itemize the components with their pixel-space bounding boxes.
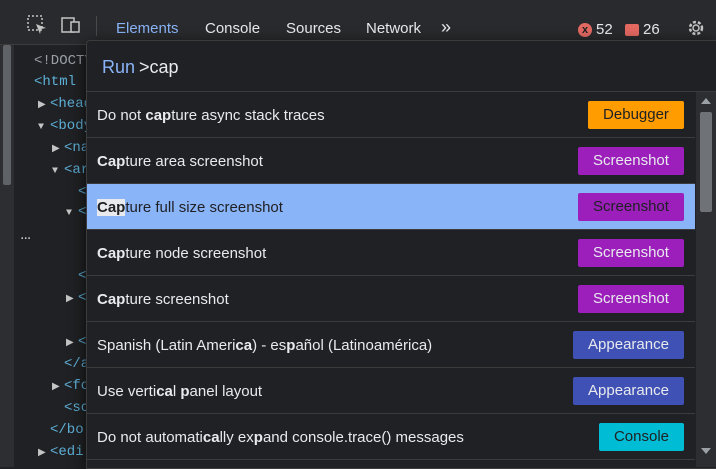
debugger-category-badge: Debugger <box>588 101 684 129</box>
scrollbar-thumb[interactable] <box>700 112 712 212</box>
match-highlight: ca <box>202 429 220 446</box>
toolbar-separator <box>96 16 97 36</box>
tree-node[interactable]: <html l <box>34 74 93 90</box>
label-text: lly ex <box>219 429 254 446</box>
label-text: and console.trace() messages <box>262 429 464 446</box>
appearance-category-badge: Appearance <box>573 331 684 359</box>
screenshot-category-badge: Screenshot <box>578 239 684 267</box>
tree-node[interactable]: ▼ <ar <box>52 162 89 178</box>
command-label: Do not automatically expand console.trac… <box>97 429 464 446</box>
match-highlight: Cap <box>97 245 126 262</box>
run-label: Run <box>102 57 136 77</box>
left-scrollbar[interactable] <box>0 45 14 467</box>
tree-node[interactable]: ▼ <body <box>38 118 92 134</box>
label-text: ture area screenshot <box>125 153 263 170</box>
tree-node[interactable]: ▶ <na <box>52 140 89 156</box>
match-highlight: cap <box>145 107 172 124</box>
command-label: Capture node screenshot <box>97 245 266 262</box>
command-list-scrollbar[interactable] <box>696 92 716 467</box>
command-label: Do not capture async stack traces <box>97 107 325 124</box>
label-text: ture screenshot <box>125 291 229 308</box>
label-text: anel layout <box>189 383 263 400</box>
screenshot-category-badge: Screenshot <box>578 193 684 221</box>
command-item[interactable]: Spanish (Latin America) - español (Latin… <box>87 322 695 368</box>
tree-node[interactable]: ▼ < <box>66 204 86 220</box>
label-text: Use verti <box>97 383 157 400</box>
command-label: Spanish (Latin America) - español (Latin… <box>97 337 432 354</box>
devtools-toolbar: Elements Console Sources Network » x 52 … <box>0 0 716 45</box>
label-text: ) - es <box>252 337 287 354</box>
console-category-badge: Console <box>599 423 684 451</box>
command-item[interactable]: Do not automatically expand console.trac… <box>87 414 695 460</box>
more-tabs-icon[interactable]: » <box>441 17 451 38</box>
command-item[interactable]: Do not capture async stack traces Debugge… <box>87 92 695 138</box>
screenshot-category-badge: Screenshot <box>578 147 684 175</box>
warning-count[interactable]: 26 <box>643 21 660 38</box>
command-item[interactable]: Capture area screenshot Screenshot <box>87 138 695 184</box>
command-item[interactable]: Capture screenshot Screenshot <box>87 276 695 322</box>
command-label: Capture screenshot <box>97 291 229 308</box>
error-icon: x <box>578 23 592 37</box>
left-scrollbar-thumb[interactable] <box>3 45 11 185</box>
tree-node-label: <edi <box>50 444 84 460</box>
tab-sources[interactable]: Sources <box>286 20 341 37</box>
tab-console[interactable]: Console <box>205 20 260 37</box>
command-label: Capture full size screenshot <box>97 199 283 216</box>
command-query-input[interactable]: >cap <box>139 57 179 78</box>
label-text: ture async stack traces <box>171 107 325 124</box>
command-label: Use vertical panel layout <box>97 383 262 400</box>
scroll-up-icon[interactable] <box>701 98 711 104</box>
match-highlight: Cap <box>97 199 126 216</box>
device-toolbar-icon[interactable] <box>60 14 82 36</box>
warning-flag-icon <box>625 24 639 36</box>
error-count[interactable]: 52 <box>596 21 613 38</box>
scroll-down-icon[interactable] <box>701 448 711 454</box>
screenshot-category-badge: Screenshot <box>578 285 684 313</box>
command-item[interactable]: Capture full size screenshot Screenshot <box>87 184 695 230</box>
tree-node[interactable]: </bo <box>50 422 84 438</box>
command-palette: Run >cap Do not capture async stack trac… <box>86 40 716 469</box>
label-text: Do not <box>97 107 146 124</box>
match-highlight: ca <box>156 383 173 400</box>
tree-node[interactable]: <!DOCTY <box>34 53 93 69</box>
tree-node[interactable]: ▶ <head <box>38 96 92 112</box>
label-text: Do not automati <box>97 429 203 446</box>
match-highlight: Cap <box>97 291 126 308</box>
label-text: Spanish (Latin Ameri <box>97 337 236 354</box>
label-text: añol (Latinoamérica) <box>295 337 433 354</box>
match-highlight: p <box>253 429 263 446</box>
command-label: Capture area screenshot <box>97 153 263 170</box>
command-item[interactable]: Capture node screenshot Screenshot <box>87 230 695 276</box>
match-highlight: ca <box>235 337 253 354</box>
tree-node[interactable]: ▶ <fo <box>52 378 89 394</box>
appearance-category-badge: Appearance <box>573 377 684 405</box>
label-text: ture full size screenshot <box>125 199 283 216</box>
label-text: ture node screenshot <box>125 245 267 262</box>
inspect-element-icon[interactable] <box>26 14 48 36</box>
match-highlight: Cap <box>97 153 126 170</box>
settings-gear-icon[interactable] <box>686 18 706 38</box>
tab-network[interactable]: Network <box>366 20 421 37</box>
tree-node[interactable]: ▶ < <box>66 290 86 306</box>
match-highlight: p <box>180 383 190 400</box>
tree-node[interactable]: ▶ < <box>66 334 86 350</box>
tree-node[interactable]: ▶ <edi <box>38 444 84 460</box>
command-list: Do not capture async stack traces Debugge… <box>87 92 695 460</box>
command-item[interactable]: Use vertical panel layout Appearance <box>87 368 695 414</box>
tab-elements[interactable]: Elements <box>116 20 179 37</box>
command-prompt[interactable]: Run >cap <box>87 41 716 92</box>
node-actions-ellipsis[interactable]: ... <box>20 226 31 244</box>
